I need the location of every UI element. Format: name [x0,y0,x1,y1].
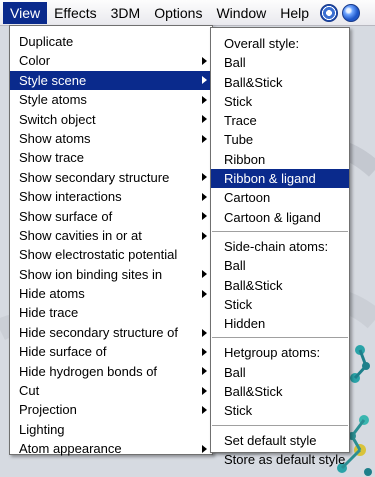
menu-item-hide-secondary-structure[interactable]: Hide secondary structure of [10,323,212,342]
settings-gear-icon[interactable] [320,3,339,22]
menubar: View Effects 3DM Options Window Help [0,0,375,26]
submenu-arrow-icon [202,57,207,66]
submenu-arrow-icon [202,328,207,337]
menu-item-label: Style scene [19,72,87,88]
hetgroup-atoms-header: Hetgroup atoms: [224,345,321,361]
menu-item-label: Show electrostatic potential [19,247,178,263]
overall-style-trace[interactable]: Trace [211,111,349,130]
side-chain-hidden[interactable]: Hidden [211,314,349,333]
menu-item-label: Show interactions [19,189,122,205]
menu-item-label: Hide trace [19,305,79,321]
menu-item-label: Atom appearance [19,441,122,457]
hetgroup-ball[interactable]: Ball [211,363,349,382]
submenu-arrow-icon [202,289,207,298]
submenu-arrow-icon [202,444,207,453]
overall-style-ribbon[interactable]: Ribbon [211,150,349,169]
menu-item-label: Show surface of [19,208,113,224]
overall-style-ball[interactable]: Ball [211,53,349,72]
menu-window[interactable]: Window [209,2,273,24]
submenu-arrow-icon [202,95,207,104]
submenu-arrow-icon [202,115,207,124]
menu-item-cut[interactable]: Cut [10,381,212,400]
globe-sphere-icon[interactable] [342,3,361,22]
menu-item-label: Color [19,53,51,69]
menu-item-hide-surface-of[interactable]: Hide surface of [10,342,212,361]
submenu-arrow-icon [202,270,207,279]
menu-item-show-electrostatic-potential[interactable]: Show electrostatic potential [10,245,212,264]
menu-item-label: Show ion binding sites in [19,266,163,282]
menu-item-switch-object[interactable]: Switch object [10,110,212,129]
submenu-arrow-icon [202,173,207,182]
menu-item-lighting[interactable]: Lighting [10,420,212,439]
submenu-arrow-icon [202,231,207,240]
menu-item-show-cavities[interactable]: Show cavities in or at [10,226,212,245]
menu-item-show-ion-binding-sites[interactable]: Show ion binding sites in [10,265,212,284]
menu-options[interactable]: Options [147,2,209,24]
menu-item-hide-atoms[interactable]: Hide atoms [10,284,212,303]
menu-separator [212,424,348,426]
menu-separator [212,230,348,232]
menu-item-label: Style atoms [19,92,87,108]
overall-style-ball-stick[interactable]: Ball&Stick [211,73,349,92]
menu-view[interactable]: View [3,1,48,24]
menu-item-projection[interactable]: Projection [10,400,212,419]
menu-item-hide-hydrogen-bonds[interactable]: Hide hydrogen bonds of [10,362,212,381]
menu-item-label: Projection [19,402,77,418]
submenu-arrow-icon [202,134,207,143]
menu-item-atom-appearance[interactable]: Atom appearance [10,439,212,458]
menu-item-style-atoms[interactable]: Style atoms [10,90,212,109]
menu-3dm[interactable]: 3DM [104,2,148,24]
menu-item-label: Switch object [19,111,96,127]
menu-item-label: Hide surface of [19,344,107,360]
menu-item-label: Cut [19,383,40,399]
submenu-arrow-icon [202,386,207,395]
overall-style-cartoon[interactable]: Cartoon [211,188,349,207]
menu-item-show-atoms[interactable]: Show atoms [10,129,212,148]
view-menu: Duplicate Color Style scene Style atoms … [9,25,213,458]
submenu-arrow-icon [202,347,207,356]
menu-item-label: Lighting [19,421,65,437]
menu-item-duplicate[interactable]: Duplicate [10,32,212,51]
menu-item-show-trace[interactable]: Show trace [10,148,212,167]
submenu-arrow-icon [202,192,207,201]
store-as-default-style[interactable]: Store as default style [211,450,349,469]
menu-item-label: Show atoms [19,130,91,146]
overall-style-header: Overall style: [224,36,300,51]
menu-item-label: Show secondary structure [19,169,170,185]
menu-item-label: Hide hydrogen bonds of [19,363,158,379]
side-chain-ball[interactable]: Ball [211,256,349,275]
menu-item-label: Show cavities in or at [19,227,142,243]
submenu-arrow-icon [202,406,207,415]
menu-help[interactable]: Help [273,2,316,24]
menu-effects[interactable]: Effects [47,2,104,24]
menu-item-show-interactions[interactable]: Show interactions [10,187,212,206]
side-chain-ball-stick[interactable]: Ball&Stick [211,276,349,295]
overall-style-stick[interactable]: Stick [211,92,349,111]
menu-item-label: Duplicate [19,34,74,49]
menu-item-label: Show trace [19,150,85,166]
submenu-arrow-icon [202,76,207,85]
menu-item-style-scene[interactable]: Style scene [10,70,212,91]
menu-item-hide-trace[interactable]: Hide trace [10,303,212,322]
overall-style-cartoon-ligand[interactable]: Cartoon & ligand [211,208,349,227]
menu-item-show-secondary-structure[interactable]: Show secondary structure [10,168,212,187]
style-scene-submenu: Overall style: Ball Ball&Stick Stick Tra… [210,27,350,467]
overall-style-ribbon-ligand[interactable]: Ribbon & ligand [211,169,349,189]
set-default-style[interactable]: Set default style [211,431,349,450]
submenu-arrow-icon [202,212,207,221]
overall-style-tube[interactable]: Tube [211,130,349,149]
menu-item-color[interactable]: Color [10,51,212,70]
menu-item-label: Hide atoms [19,286,85,302]
menu-separator [212,337,348,339]
side-chain-stick[interactable]: Stick [211,295,349,314]
hetgroup-ball-stick[interactable]: Ball&Stick [211,382,349,401]
menu-item-show-surface-of[interactable]: Show surface of [10,207,212,226]
menu-item-label: Hide secondary structure of [19,324,178,340]
submenu-arrow-icon [202,367,207,376]
hetgroup-stick[interactable]: Stick [211,401,349,420]
side-chain-atoms-header: Side-chain atoms: [224,238,329,254]
